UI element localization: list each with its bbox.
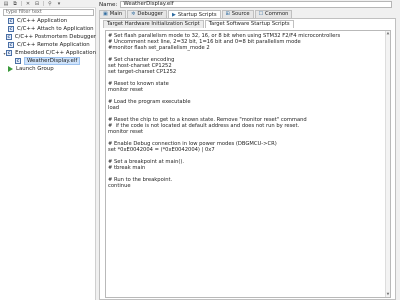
filter-input[interactable]: type filter text: [3, 9, 94, 16]
startup-scripts-panel: Target Hardware Initialization Script Tar…: [99, 18, 396, 300]
dropdown-icon[interactable]: ▾: [55, 1, 63, 7]
tree-item-label: C/C++ Postmortem Debugger: [14, 34, 96, 40]
tree-item-label: C/C++ Application: [17, 18, 68, 24]
c-config-icon: C: [8, 18, 14, 24]
tab-debugger-icon: ✲: [131, 11, 136, 17]
config-tabs: ▣ Main ✲ Debugger ▶ Startup Scripts ⊞ Source ☐ Co…: [99, 10, 293, 19]
tab-debugger[interactable]: ✲ Debugger: [127, 10, 168, 18]
tree-item-label: C/C++ Attach to Application: [17, 26, 94, 32]
tree-item-label: Launch Group: [16, 66, 54, 72]
tab-label: Main: [109, 11, 123, 17]
tree-item[interactable]: C C/C++ Remote Application: [0, 41, 96, 49]
tab-common-icon: ☐: [258, 11, 264, 17]
delete-icon[interactable]: ✕: [24, 1, 32, 7]
config-editor-pane: Name: WeatherDisplay.elf ▣ Main ✲ Debugger ▶…: [97, 0, 400, 300]
new-config-icon[interactable]: ▤: [2, 1, 10, 7]
name-field[interactable]: WeatherDisplay.elf: [120, 1, 393, 8]
collapse-all-icon[interactable]: ⊟: [33, 1, 41, 7]
tab-main[interactable]: ▣ Main: [99, 10, 127, 18]
tree-item[interactable]: ▾ C Embedded C/C++ Application: [0, 49, 96, 57]
tree-item[interactable]: C C/C++ Attach to Application: [0, 25, 96, 33]
tree-item-label: Embedded C/C++ Application: [15, 50, 96, 56]
c-config-icon: C: [8, 26, 14, 32]
tab-label: Debugger: [137, 11, 164, 17]
tree-item-label: C/C++ Remote Application: [17, 42, 90, 48]
toolbar-separator: [43, 1, 44, 6]
tree-item-label: WeatherDisplay.elf: [24, 57, 81, 65]
tree-item-selected[interactable]: C WeatherDisplay.elf: [0, 57, 96, 65]
script-editor[interactable]: # Set flash parallelism mode to 32, 16, …: [105, 30, 391, 298]
tab-label: Source: [231, 11, 250, 17]
tree-toolbar: ▤ ⧉ ✕ ⊟ ⚲ ▾: [0, 0, 96, 8]
launch-group-icon: [8, 66, 13, 72]
subtab-software-startup[interactable]: Target Software Startup Scripts: [204, 20, 294, 28]
filter-icon[interactable]: ⚲: [46, 1, 54, 7]
c-config-icon: C: [6, 50, 13, 56]
tab-common[interactable]: ☐ Common: [254, 10, 293, 18]
scroll-up-icon[interactable]: ▲: [386, 31, 390, 36]
tab-source-icon: ⊞: [225, 11, 230, 17]
tree-item[interactable]: C C/C++ Application: [0, 17, 96, 25]
editor-scrollbar[interactable]: ▲ ▼: [385, 31, 390, 297]
subtab-hardware-init[interactable]: Target Hardware Initialization Script: [103, 20, 204, 28]
c-config-icon: C: [5, 34, 12, 40]
startup-script-text[interactable]: # Set flash parallelism mode to 32, 16, …: [108, 33, 340, 189]
toolbar-separator: [21, 1, 22, 6]
name-row: Name: WeatherDisplay.elf: [97, 0, 400, 9]
name-label: Name:: [99, 1, 118, 8]
launch-config-tree: C C/C++ Application C C/C++ Attach to Appli…: [0, 17, 96, 73]
tab-label: Common: [265, 11, 289, 17]
tree-item[interactable]: C C/C++ Postmortem Debugger: [0, 33, 96, 41]
tree-item[interactable]: Launch Group: [0, 65, 96, 73]
duplicate-icon[interactable]: ⧉: [11, 1, 19, 7]
launch-config-tree-pane: ▤ ⧉ ✕ ⊟ ⚲ ▾ type filter text C C/C++ Applicati…: [0, 0, 96, 300]
tab-main-icon: ▣: [103, 11, 108, 17]
c-config-icon: C: [8, 42, 14, 48]
script-subtabs: Target Hardware Initialization Script Tar…: [103, 20, 295, 28]
tab-source[interactable]: ⊞ Source: [221, 10, 254, 18]
c-config-icon: C: [15, 58, 21, 64]
scroll-down-icon[interactable]: ▼: [386, 292, 390, 297]
